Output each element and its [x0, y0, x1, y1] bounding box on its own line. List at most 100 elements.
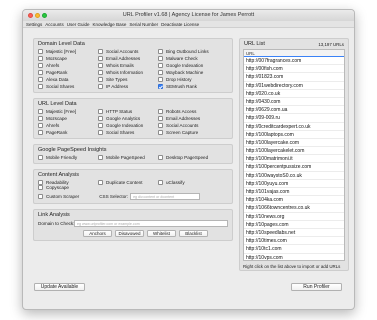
url-row[interactable]: http://10vps.com: [244, 254, 344, 261]
url-row[interactable]: http://10times.com: [244, 237, 344, 246]
url-row[interactable]: http://020.co.uk: [244, 90, 344, 98]
checkbox[interactable]: [98, 155, 103, 160]
checkbox-option[interactable]: Bing Outbound Links: [158, 49, 224, 54]
url-row[interactable]: http://0creditcardexpert.co.uk: [244, 123, 344, 131]
checkbox[interactable]: [98, 123, 103, 128]
css-selector-input[interactable]: eg div.content or #content: [130, 193, 201, 200]
checkbox[interactable]: [98, 49, 103, 54]
checkbox[interactable]: [98, 56, 103, 61]
disavowed-button[interactable]: Disavowed: [115, 230, 144, 237]
menu-accounts[interactable]: Accounts: [45, 22, 64, 27]
checkbox[interactable]: [158, 109, 163, 114]
checkbox-option[interactable]: Social Shares: [98, 130, 158, 135]
url-row[interactable]: http://100yuyu.com: [244, 180, 344, 188]
url-row[interactable]: http://0430.com: [244, 98, 344, 107]
menu-settings[interactable]: Settings: [26, 22, 42, 27]
update-available-button[interactable]: Update Available: [34, 283, 85, 291]
url-row[interactable]: http://104ka.com: [244, 196, 344, 205]
checkbox[interactable]: [98, 77, 103, 82]
checkbox[interactable]: [98, 180, 103, 185]
anchors-button[interactable]: Anchors: [83, 230, 112, 237]
checkbox[interactable]: [98, 130, 103, 135]
checkbox-option[interactable]: Social Accounts: [98, 49, 158, 54]
checkbox-option[interactable]: Malware Check: [158, 56, 224, 61]
checkbox-option[interactable]: Social Shares: [38, 84, 98, 89]
menu-deactivate-license[interactable]: Deactivate License: [161, 22, 199, 27]
checkbox[interactable]: [38, 185, 43, 190]
url-row[interactable]: http://0629.com.ua: [244, 106, 344, 115]
checkbox-option[interactable]: Ahrefs: [38, 63, 98, 68]
checkbox[interactable]: [38, 130, 43, 135]
url-row[interactable]: http://100percentpussize.com: [244, 163, 344, 172]
checkbox[interactable]: [98, 70, 103, 75]
checkbox[interactable]: [158, 49, 163, 54]
checkbox-option[interactable]: Duplicate Content: [98, 180, 158, 185]
url-row[interactable]: http://10pages.com: [244, 221, 344, 229]
checkbox-option[interactable]: Mobile PageSpeed: [98, 155, 158, 160]
checkbox[interactable]: [38, 56, 43, 61]
checkbox-option[interactable]: Email Addresses: [98, 56, 158, 61]
url-row[interactable]: http://101vajas.com: [244, 188, 344, 197]
whitelist-button[interactable]: Whitelist: [147, 230, 176, 237]
checkbox[interactable]: [38, 77, 43, 82]
checkbox-option[interactable]: Site Types: [98, 77, 158, 82]
run-profiler-button[interactable]: Run Profiler: [291, 283, 342, 291]
checkbox[interactable]: [38, 123, 43, 128]
checkbox-option[interactable]: SEMrush Rank: [158, 84, 224, 89]
url-row[interactable]: http://1066towncentres.co.uk: [244, 204, 344, 213]
checkbox-option[interactable]: Whois Emails: [98, 63, 158, 68]
url-column-header[interactable]: URL: [244, 50, 344, 57]
checkbox-option[interactable]: Drop History: [158, 77, 224, 82]
menu-knowledge-base[interactable]: Knowledge Base: [93, 22, 127, 27]
checkbox[interactable]: [98, 116, 103, 121]
url-row[interactable]: http://10news.org: [244, 213, 344, 221]
url-row[interactable]: http://100waystoS0.co.uk: [244, 172, 344, 180]
checkbox[interactable]: [158, 155, 163, 160]
url-row[interactable]: http://100laptops.com: [244, 131, 344, 139]
checkbox-option[interactable]: Ahrefs: [38, 123, 98, 128]
domain-to-check-input[interactable]: eg www.urlprofiler.com or example.com: [74, 220, 228, 227]
url-row[interactable]: http://01webdirectory.com: [244, 82, 344, 90]
checkbox-option[interactable]: Alexa Data: [38, 77, 98, 82]
menu-user-guide[interactable]: User Guide: [67, 22, 90, 27]
checkbox[interactable]: [98, 84, 103, 89]
checkbox-option[interactable]: Wayback Machine: [158, 70, 224, 75]
checkbox-option[interactable]: IP Address: [98, 84, 158, 89]
checkbox-option[interactable]: HTTP Status: [98, 109, 158, 114]
url-row[interactable]: http://007fragrances.com: [244, 57, 344, 66]
checkbox[interactable]: [38, 155, 43, 160]
checkbox[interactable]: [158, 77, 163, 82]
checkbox-option[interactable]: uClassify: [158, 180, 224, 185]
checkbox[interactable]: [38, 63, 43, 68]
url-row[interactable]: http://01823.com: [244, 73, 344, 82]
checkbox[interactable]: [38, 116, 43, 121]
url-row[interactable]: http://10tc1.com: [244, 245, 344, 254]
checkbox[interactable]: [38, 194, 43, 199]
checkbox[interactable]: [158, 56, 163, 61]
url-row[interactable]: http://09-009.ru: [244, 114, 344, 123]
checkbox-option[interactable]: Majestic [Free]: [38, 109, 98, 114]
checkbox[interactable]: [38, 84, 43, 89]
checkbox-option[interactable]: Desktop PageSpeed: [158, 155, 224, 160]
checkbox[interactable]: [98, 109, 103, 114]
checkbox-checked[interactable]: [158, 84, 163, 89]
blacklist-button[interactable]: Blacklist: [179, 230, 208, 237]
checkbox[interactable]: [158, 123, 163, 128]
checkbox[interactable]: [38, 49, 43, 54]
checkbox-option[interactable]: Mozscape: [38, 116, 98, 121]
checkbox-option[interactable]: Custom Scraper: [38, 194, 79, 199]
checkbox-option[interactable]: Robots Access: [158, 109, 224, 114]
checkbox-option[interactable]: Google Indexation: [158, 63, 224, 68]
checkbox-option[interactable]: Mozscape: [38, 56, 98, 61]
checkbox-option[interactable]: PageRank: [38, 70, 98, 75]
checkbox-option[interactable]: Mobile Friendly: [38, 155, 98, 160]
checkbox-option[interactable]: Google Analytics: [98, 116, 158, 121]
checkbox[interactable]: [158, 130, 163, 135]
checkbox[interactable]: [98, 63, 103, 68]
checkbox-option[interactable]: Email Addresses: [158, 116, 224, 121]
checkbox[interactable]: [158, 63, 163, 68]
checkbox-option[interactable]: Majestic [Free]: [38, 49, 98, 54]
checkbox-option[interactable]: Google Indexation: [98, 123, 158, 128]
checkbox-option[interactable]: PageRank: [38, 130, 98, 135]
url-row[interactable]: http://10speedlabs.net: [244, 229, 344, 238]
